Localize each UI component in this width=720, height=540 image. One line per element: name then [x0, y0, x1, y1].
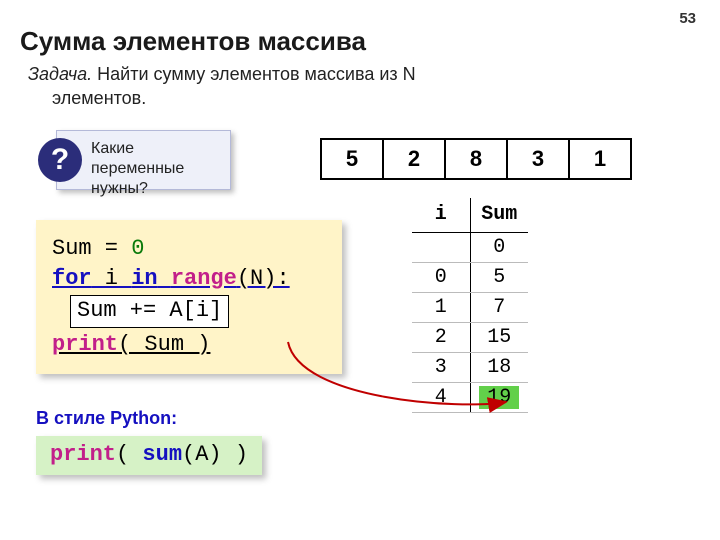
- array-row: 5 2 8 3 1: [320, 138, 632, 180]
- array-cell: 5: [320, 138, 384, 180]
- question-callout: Какие переменные нужны?: [56, 130, 231, 190]
- code-block: Sum = 0 for i in range(N): Sum += A[i] p…: [36, 220, 342, 374]
- trace-row: 318: [412, 352, 528, 382]
- array-cell: 8: [444, 138, 508, 180]
- question-line1: Какие переменные: [91, 140, 184, 177]
- page-number: 53: [679, 10, 696, 27]
- array-cell: 3: [506, 138, 570, 180]
- code-line-4: print( Sum ): [52, 330, 326, 360]
- code-line-2: for i in range(N):: [52, 264, 326, 294]
- task-line1: Найти сумму элементов массива из N: [92, 64, 415, 84]
- final-sum-highlight: 19: [479, 386, 519, 409]
- trace-row: 05: [412, 262, 528, 292]
- python-code-block: print( sum(A) ): [36, 436, 262, 475]
- question-mark-icon: ?: [38, 138, 82, 182]
- code-line-1: Sum = 0: [52, 234, 326, 264]
- question-line2: нужны?: [91, 180, 148, 197]
- task-label: Задача.: [28, 64, 92, 84]
- trace-head-i: i: [412, 198, 470, 232]
- slide-title: Сумма элементов массива: [20, 26, 366, 57]
- trace-row: 419: [412, 382, 528, 412]
- task-text: Задача. Найти сумму элементов массива из…: [28, 62, 498, 111]
- array-cell: 2: [382, 138, 446, 180]
- trace-row: 215: [412, 322, 528, 352]
- trace-table: i Sum 0 05 17 215 318 419: [412, 198, 528, 413]
- trace-row: 0: [412, 232, 528, 262]
- array-cell: 1: [568, 138, 632, 180]
- task-line2: элементов.: [52, 88, 146, 108]
- code-line-3: Sum += A[i]: [52, 293, 326, 330]
- trace-row: 17: [412, 292, 528, 322]
- code-highlight: Sum += A[i]: [70, 295, 229, 328]
- trace-head-sum: Sum: [470, 198, 528, 232]
- python-style-label: В стиле Python:: [36, 408, 177, 429]
